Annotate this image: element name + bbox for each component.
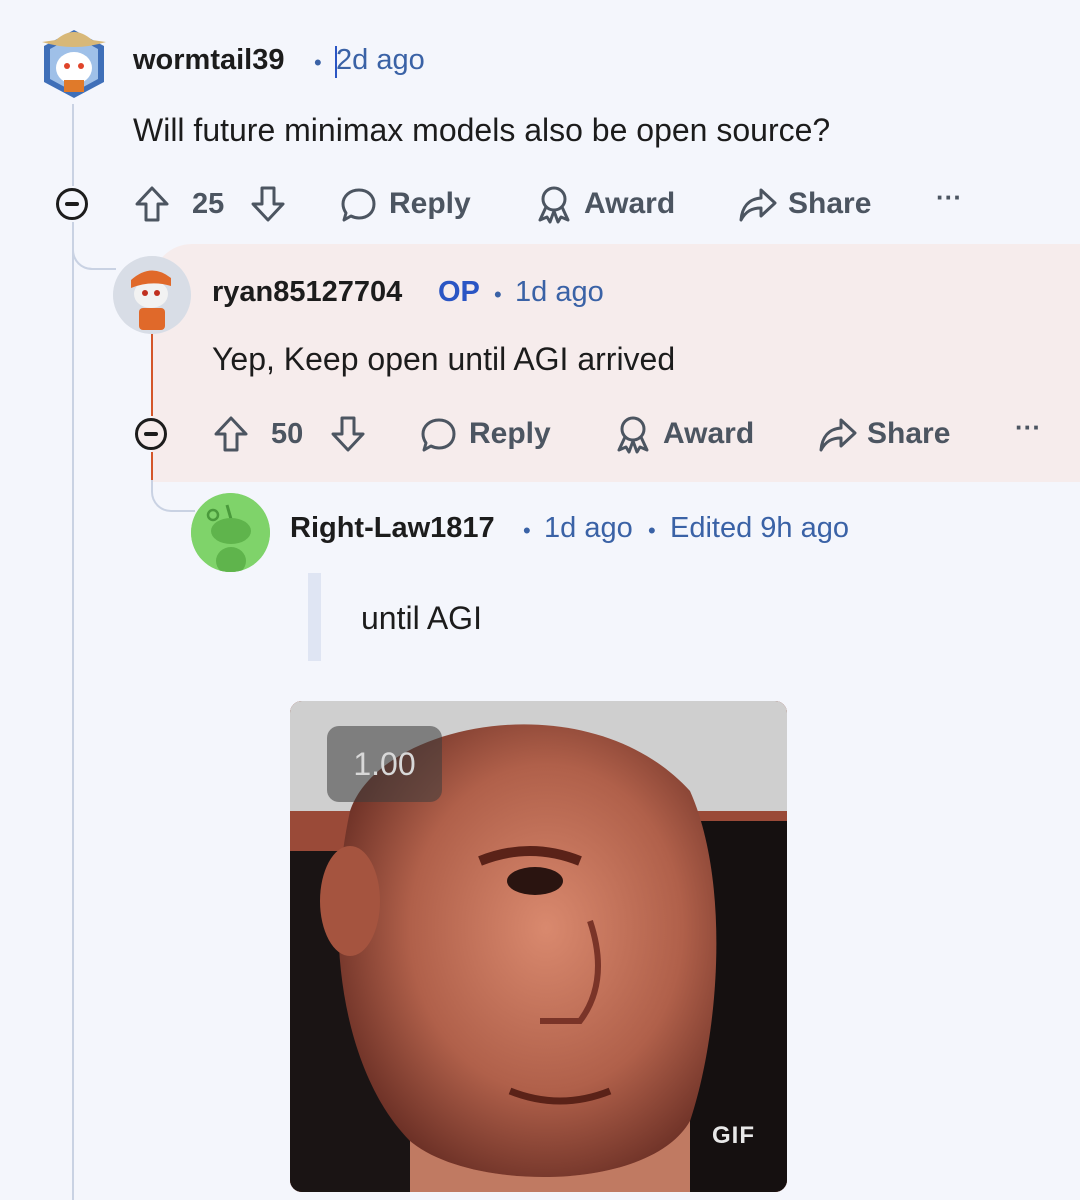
snoo-avatar-icon xyxy=(42,30,106,98)
separator-dot: • xyxy=(494,282,502,307)
comment-time[interactable]: 1d ago xyxy=(515,276,604,309)
vote-count: 25 xyxy=(192,188,225,220)
upvote-icon[interactable] xyxy=(134,184,170,224)
op-thread-line xyxy=(151,332,153,416)
downvote-icon[interactable] xyxy=(330,414,366,454)
more-options-button[interactable]: ··· xyxy=(936,182,962,213)
comment-time[interactable]: 1d ago xyxy=(544,512,633,545)
share-button[interactable]: Share xyxy=(867,417,950,451)
separator-dot: • xyxy=(523,518,531,543)
text-cursor xyxy=(335,46,337,78)
thread-line xyxy=(72,222,74,1200)
avatar-wormtail39[interactable] xyxy=(36,22,112,102)
share-button[interactable]: Share xyxy=(788,187,871,221)
playback-speed-badge[interactable]: 1.00 xyxy=(327,726,442,802)
comment-body: Will future minimax models also be open … xyxy=(133,112,831,148)
collapse-button[interactable] xyxy=(135,418,167,450)
vote-count: 50 xyxy=(271,418,304,450)
award-icon[interactable] xyxy=(614,414,652,454)
snoo-avatar-icon xyxy=(191,493,270,572)
reply-icon[interactable] xyxy=(420,416,458,454)
separator-dot: • xyxy=(314,50,322,75)
share-icon[interactable] xyxy=(818,416,858,454)
downvote-icon[interactable] xyxy=(250,184,286,224)
blockquote-bar xyxy=(308,573,321,661)
avatar-right-law1817[interactable] xyxy=(191,493,270,572)
thread-line xyxy=(72,104,74,186)
more-options-button[interactable]: ··· xyxy=(1015,412,1041,443)
reply-button[interactable]: Reply xyxy=(389,187,471,221)
op-badge: OP xyxy=(438,276,480,308)
share-icon[interactable] xyxy=(738,186,778,224)
reply-icon[interactable] xyxy=(340,186,378,224)
separator-dot: • xyxy=(648,518,656,543)
blockquote-text: until AGI xyxy=(361,600,482,636)
collapse-button[interactable] xyxy=(56,188,88,220)
award-button[interactable]: Award xyxy=(584,187,675,221)
avatar-ryan85127704[interactable] xyxy=(113,256,191,334)
reply-button[interactable]: Reply xyxy=(469,417,551,451)
edited-time: Edited 9h ago xyxy=(670,512,849,544)
thread-connector xyxy=(72,222,116,270)
comment-body: Yep, Keep open until AGI arrived xyxy=(212,341,676,377)
snoo-avatar-icon xyxy=(113,256,191,334)
award-icon[interactable] xyxy=(535,184,573,224)
username[interactable]: wormtail39 xyxy=(133,44,285,77)
thread-connector xyxy=(151,480,195,512)
username[interactable]: ryan85127704 xyxy=(212,276,402,309)
comment-time[interactable]: 2d ago xyxy=(336,44,425,77)
gif-label: GIF xyxy=(712,1122,755,1149)
username[interactable]: Right-Law1817 xyxy=(290,512,495,545)
op-thread-line xyxy=(151,452,153,480)
award-button[interactable]: Award xyxy=(663,417,754,451)
upvote-icon[interactable] xyxy=(213,414,249,454)
